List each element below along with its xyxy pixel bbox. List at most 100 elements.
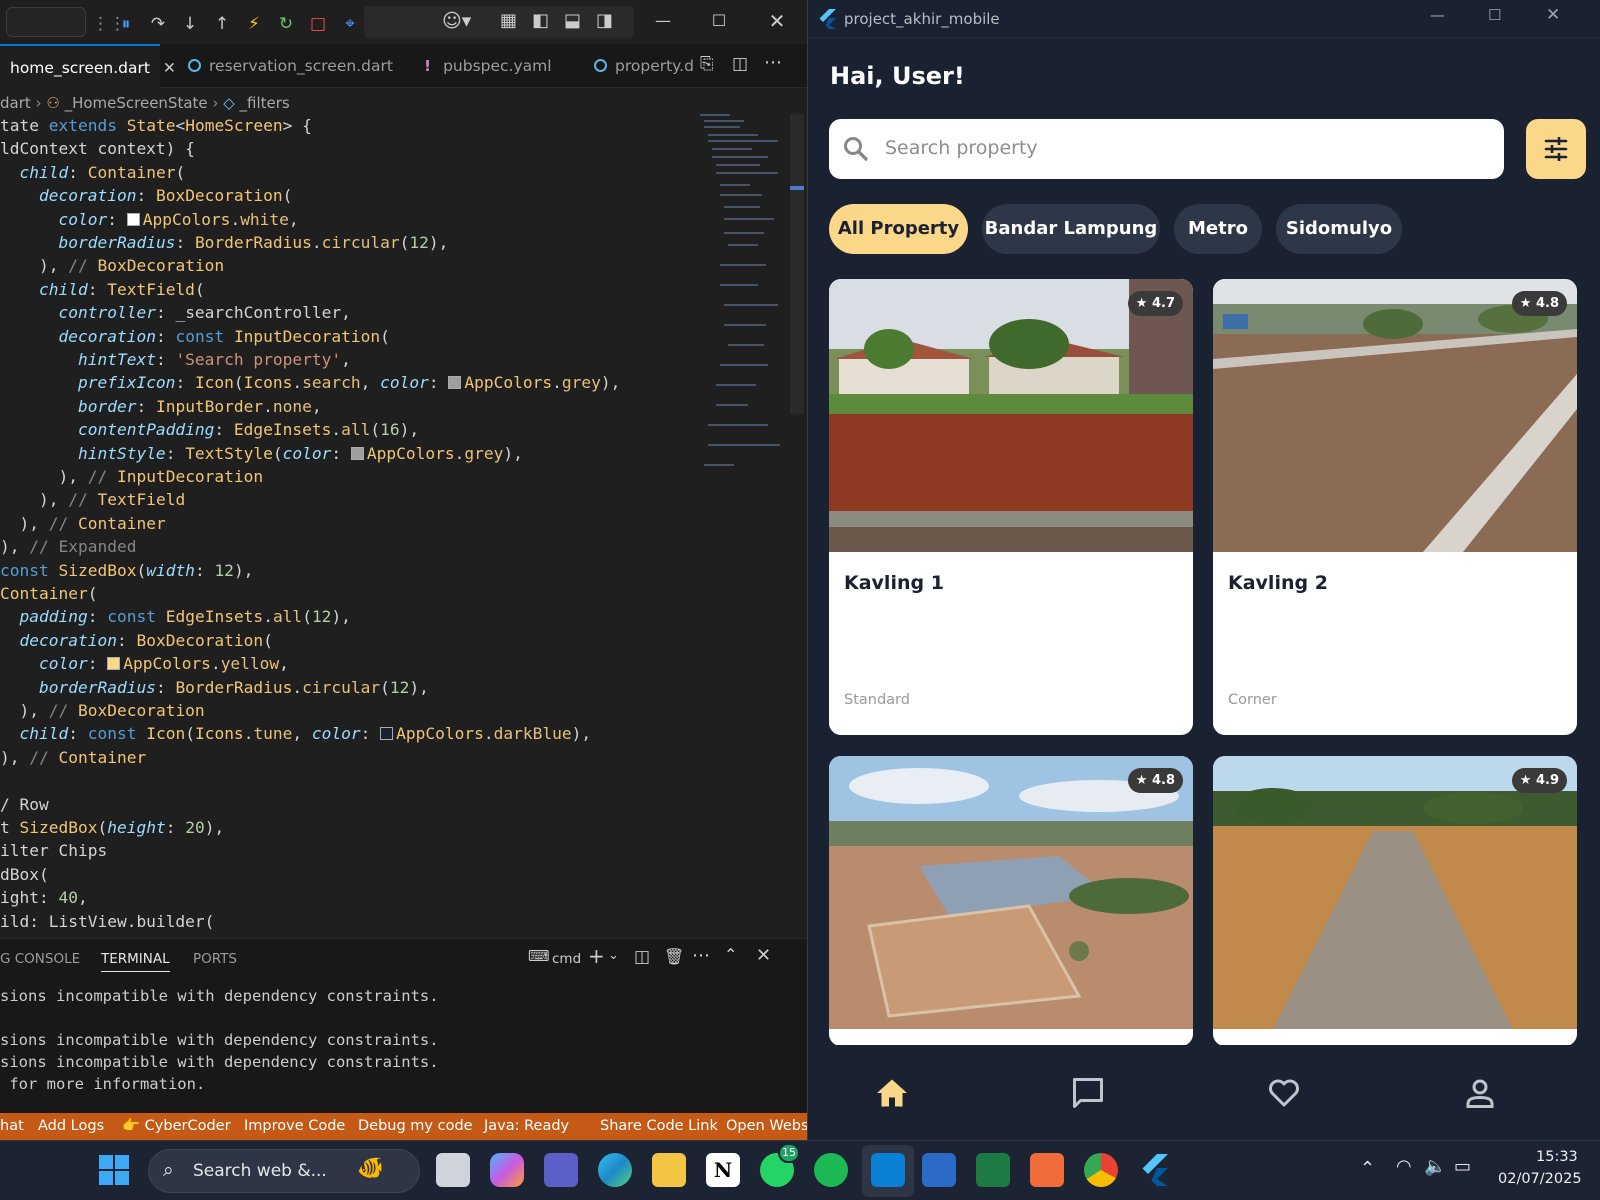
property-card[interactable]: ★ 4.9: [1213, 756, 1577, 1046]
chrome-icon[interactable]: [1084, 1153, 1118, 1187]
chip-bandar-lampung[interactable]: Bandar Lampung: [982, 204, 1160, 254]
code-line[interactable]: controller: _searchController,: [0, 301, 350, 325]
code-line[interactable]: decoration: BoxDecoration(: [0, 184, 292, 208]
code-line[interactable]: const SizedBox(width: 12),: [0, 559, 253, 583]
clock-time[interactable]: 15:33: [1536, 1149, 1578, 1165]
profile-icon[interactable]: [1462, 1075, 1498, 1111]
layout-icon[interactable]: ▦: [500, 10, 517, 31]
code-line[interactable]: color: AppColors.white,: [0, 208, 298, 232]
close-panel-icon[interactable]: ✕: [756, 945, 771, 966]
tab-home-screen[interactable]: home_screen.dart ✕: [0, 44, 176, 88]
code-line[interactable]: ), // TextField: [0, 488, 185, 512]
copilot-icon[interactable]: [490, 1153, 524, 1187]
step-into-icon[interactable]: ↓: [180, 14, 200, 34]
edge-icon[interactable]: [598, 1153, 632, 1187]
code-line[interactable]: decoration: const InputDecoration(: [0, 325, 389, 349]
code-line[interactable]: color: AppColors.yellow,: [0, 652, 289, 676]
windows-start-icon[interactable]: [99, 1155, 129, 1185]
code-line[interactable]: ), // BoxDecoration: [0, 699, 204, 723]
code-line[interactable]: ilter Chips: [0, 839, 107, 863]
code-line[interactable]: hintStyle: TextStyle(color: AppColors.gr…: [0, 442, 523, 466]
trash-icon[interactable]: 🗑: [664, 947, 684, 966]
maximize-icon[interactable]: ☐: [1488, 6, 1501, 24]
split-editor-icon[interactable]: ◫: [732, 54, 748, 74]
close-icon[interactable]: ✕: [754, 6, 800, 36]
property-card[interactable]: ★ 4.7 Kavling 1 Standard: [829, 279, 1193, 735]
command-center-left[interactable]: [6, 7, 86, 37]
spotify-icon[interactable]: [814, 1153, 848, 1187]
chevron-down-icon[interactable]: ⌄: [608, 948, 619, 963]
toggle-panel-icon[interactable]: ⬓: [564, 10, 581, 31]
status-item[interactable]: 👉 CyberCoder: [122, 1113, 231, 1140]
taskbar-search[interactable]: ⌕ Search web &... 🐠: [148, 1149, 420, 1193]
toggle-sidebar-icon[interactable]: ◧: [532, 10, 549, 31]
status-item[interactable]: Debug my code: [358, 1113, 473, 1140]
wifi-icon[interactable]: ◠: [1396, 1156, 1412, 1177]
whatsapp-icon[interactable]: 15: [760, 1143, 800, 1187]
code-line[interactable]: child: Container(: [0, 161, 186, 185]
tab-ports[interactable]: PORTS: [193, 951, 237, 967]
code-line[interactable]: padding: const EdgeInsets.all(12),: [0, 605, 351, 629]
maximize-icon[interactable]: ☐: [696, 6, 742, 36]
code-line[interactable]: ), // Container: [0, 746, 146, 770]
chip-all-property[interactable]: All Property: [829, 204, 968, 254]
file-explorer-icon[interactable]: [652, 1153, 686, 1187]
property-card[interactable]: ★ 4.8 Kavling 2 Corner: [1213, 279, 1577, 735]
hot-reload-icon[interactable]: ⚡: [244, 14, 264, 34]
code-line[interactable]: ), // BoxDecoration: [0, 254, 224, 278]
more-actions-icon[interactable]: ⋯: [764, 52, 782, 73]
shell-name[interactable]: cmd: [552, 951, 581, 967]
code-line[interactable]: / Row: [0, 793, 49, 817]
close-tab-icon[interactable]: ✕: [163, 59, 176, 77]
status-item[interactable]: Improve Code: [244, 1113, 345, 1140]
open-changes-icon[interactable]: ⎘: [700, 54, 714, 74]
split-terminal-icon[interactable]: ◫: [634, 947, 650, 967]
code-line[interactable]: ldContext context) {: [0, 137, 195, 161]
code-line[interactable]: borderRadius: BorderRadius.circular(12),: [0, 676, 429, 700]
minimap[interactable]: [700, 114, 784, 494]
chevron-up-icon[interactable]: ⌃: [1360, 1158, 1375, 1179]
chip-metro[interactable]: Metro: [1174, 204, 1262, 254]
drag-handle-icon[interactable]: ⋮⋮: [92, 14, 126, 34]
close-icon[interactable]: ✕: [1546, 5, 1560, 25]
code-line[interactable]: child: const Icon(Icons.tune, color: App…: [0, 722, 592, 746]
flutter-taskbar-icon[interactable]: [1140, 1154, 1168, 1186]
tab-property[interactable]: property.d: [584, 44, 700, 88]
editor-scrollbar[interactable]: [790, 114, 804, 414]
chip-sidomulyo[interactable]: Sidomulyo: [1276, 204, 1402, 254]
stop-icon[interactable]: □: [308, 14, 328, 34]
maximize-panel-icon[interactable]: ⌃: [724, 945, 737, 964]
more-actions-icon[interactable]: ⋯: [692, 945, 710, 966]
tab-debug-console[interactable]: G CONSOLE: [0, 951, 80, 967]
home-icon[interactable]: [874, 1075, 910, 1111]
code-line[interactable]: Container(: [0, 582, 97, 606]
code-line[interactable]: dBox(: [0, 863, 49, 887]
code-line[interactable]: border: InputBorder.none,: [0, 395, 322, 419]
code-line[interactable]: decoration: BoxDecoration(: [0, 629, 273, 653]
code-line[interactable]: borderRadius: BorderRadius.circular(12),: [0, 231, 448, 255]
toggle-secondary-sidebar-icon[interactable]: ◨: [596, 10, 613, 31]
code-line[interactable]: hintText: 'Search property',: [0, 348, 351, 372]
volume-icon[interactable]: 🔈: [1424, 1156, 1446, 1177]
task-view-icon[interactable]: [436, 1153, 470, 1187]
status-item[interactable]: hat: [0, 1113, 24, 1140]
tab-terminal[interactable]: TERMINAL: [101, 951, 170, 972]
word-icon[interactable]: [922, 1153, 956, 1187]
clock-date[interactable]: 02/07/2025: [1498, 1171, 1582, 1187]
copilot-icon[interactable]: ☺▾: [442, 10, 471, 32]
vscode-icon[interactable]: [871, 1153, 905, 1187]
step-over-icon[interactable]: ↷: [148, 14, 168, 34]
battery-icon[interactable]: ▭: [1454, 1156, 1471, 1177]
xampp-icon[interactable]: [1030, 1153, 1064, 1187]
code-line[interactable]: contentPadding: EdgeInsets.all(16),: [0, 418, 419, 442]
excel-icon[interactable]: [976, 1153, 1010, 1187]
breadcrumb-file[interactable]: dart: [0, 94, 31, 112]
code-line[interactable]: t SizedBox(height: 20),: [0, 816, 224, 840]
tab-pubspec[interactable]: ! pubspec.yaml: [414, 44, 574, 88]
code-line[interactable]: tate extends State<HomeScreen> {: [0, 114, 312, 138]
code-line[interactable]: ), // InputDecoration: [0, 465, 263, 489]
inspect-icon[interactable]: ⌖: [340, 14, 360, 34]
status-item[interactable]: Add Logs: [38, 1113, 104, 1140]
favorite-icon[interactable]: [1266, 1075, 1302, 1111]
code-line[interactable]: ), // Expanded: [0, 535, 136, 559]
